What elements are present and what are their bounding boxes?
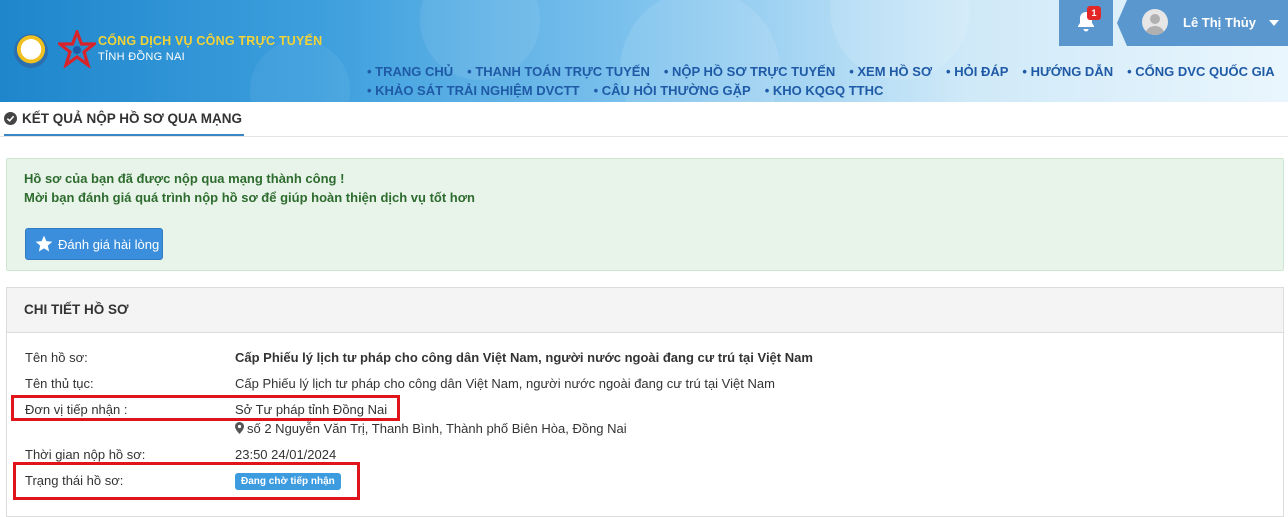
nav-item-huong-dan[interactable]: HƯỚNG DẪN: [1022, 64, 1114, 79]
thu-tuc-label: Tên thủ tục:: [25, 376, 94, 391]
chevron-down-icon: [1269, 20, 1279, 26]
site-header: CỔNG DỊCH VỤ CÔNG TRỰC TUYẾN TỈNH ĐỒNG N…: [0, 0, 1288, 102]
rating-invitation: Mời bạn đánh giá quá trình nộp hồ sơ để …: [24, 190, 475, 205]
user-avatar-icon: [1145, 14, 1165, 35]
nav-row-2: KHẢO SÁT TRẢI NGHIỆM DVCTT CÂU HỎI THƯỜN…: [367, 81, 1272, 100]
site-subtitle: TỈNH ĐỒNG NAI: [98, 51, 186, 63]
page-title: KẾT QUẢ NỘP HỒ SƠ QUA MẠNG: [4, 102, 245, 136]
nav-item-hoi-dap[interactable]: HỎI ĐÁP: [946, 64, 1008, 79]
ho-so-label: Tên hồ sơ:: [25, 350, 88, 365]
notification-button[interactable]: 1: [1059, 0, 1113, 46]
nav-item-thanh-toan[interactable]: THANH TOÁN TRỰC TUYẾN: [467, 64, 649, 79]
detail-panel-title: CHI TIẾT HỒ SƠ: [24, 302, 129, 317]
province-logo[interactable]: [14, 34, 48, 68]
detail-panel-header: CHI TIẾT HỒ SƠ: [7, 288, 1283, 333]
nav-item-khao-sat[interactable]: KHẢO SÁT TRẢI NGHIỆM DVCTT: [367, 83, 579, 98]
avatar: [1142, 9, 1168, 35]
thoi-gian-value: 23:50 24/01/2024: [235, 447, 337, 462]
star-logo-icon[interactable]: [58, 30, 96, 68]
page-title-text: KẾT QUẢ NỘP HỒ SƠ QUA MẠNG: [22, 110, 243, 126]
address-text: số 2 Nguyễn Văn Trị, Thanh Bình, Thành p…: [247, 421, 627, 436]
star-icon: [35, 235, 53, 252]
nav-row-1: TRANG CHỦ THANH TOÁN TRỰC TUYẾN NỘP HỒ S…: [367, 62, 1275, 81]
thu-tuc-value: Cấp Phiếu lý lịch tư pháp cho công dân V…: [235, 376, 775, 391]
main-nav: TRANG CHỦ THANH TOÁN TRỰC TUYẾN NỘP HỒ S…: [367, 62, 1275, 100]
success-alert: Hồ sơ của bạn đã được nộp qua mạng thành…: [6, 158, 1284, 271]
thoi-gian-label: Thời gian nộp hồ sơ:: [25, 447, 146, 462]
ho-so-value: Cấp Phiếu lý lịch tư pháp cho công dân V…: [235, 350, 813, 365]
nav-item-xem-ho-so[interactable]: XEM HỒ SƠ: [849, 64, 932, 79]
map-pin-icon: [235, 422, 244, 434]
notification-count-badge: 1: [1087, 6, 1101, 20]
page-title-bar: KẾT QUẢ NỘP HỒ SƠ QUA MẠNG: [0, 102, 1288, 137]
user-menu[interactable]: Lê Thị Thủy: [1117, 0, 1288, 46]
nav-item-cau-hoi[interactable]: CÂU HỎI THƯỜNG GẶP: [594, 83, 751, 98]
nav-item-nop-ho-so[interactable]: NỘP HỒ SƠ TRỰC TUYẾN: [664, 64, 835, 79]
address-line: số 2 Nguyễn Văn Trị, Thanh Bình, Thành p…: [235, 421, 627, 436]
rate-satisfaction-button[interactable]: Đánh giá hài lòng: [25, 228, 163, 260]
highlight-trang-thai: [13, 462, 360, 500]
highlight-don-vi: [11, 395, 400, 421]
nav-item-kho-kqgq[interactable]: KHO KQGQ TTHC: [765, 83, 884, 98]
check-circle-icon: [4, 111, 17, 125]
nav-item-trang-chu[interactable]: TRANG CHỦ: [367, 64, 453, 79]
success-message: Hồ sơ của bạn đã được nộp qua mạng thành…: [24, 171, 345, 186]
rate-button-label: Đánh giá hài lòng: [58, 236, 160, 252]
nav-item-cong-dvc-quoc-gia[interactable]: CỔNG DVC QUỐC GIA: [1127, 64, 1274, 79]
site-title[interactable]: CỔNG DỊCH VỤ CÔNG TRỰC TUYẾN: [98, 34, 322, 48]
user-name: Lê Thị Thủy: [1183, 15, 1256, 30]
